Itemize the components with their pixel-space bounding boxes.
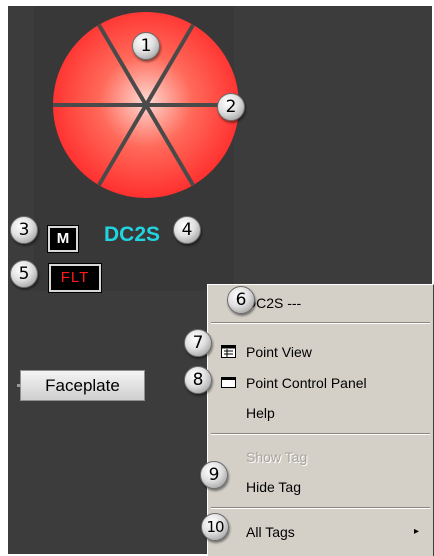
callout-9: 9 xyxy=(200,461,228,489)
callout-8: 8 xyxy=(184,366,212,394)
display-canvas: M DC2S FLT Faceplate DC2S --- Point View xyxy=(8,6,434,556)
menu-item-help[interactable]: Help xyxy=(208,401,433,425)
callout-5: 5 xyxy=(10,260,38,288)
callout-6: 6 xyxy=(227,286,255,314)
faceplate-button[interactable]: Faceplate xyxy=(17,370,145,401)
screenshot-frame: M DC2S FLT Faceplate DC2S --- Point View xyxy=(0,0,434,556)
callout-2: 2 xyxy=(217,93,245,121)
callout-7: 7 xyxy=(184,329,212,357)
mode-button[interactable]: M xyxy=(47,225,79,253)
menu-item-hide-tag[interactable]: Hide Tag xyxy=(208,475,433,499)
callout-4: 4 xyxy=(173,216,201,244)
callout-1: 1 xyxy=(132,32,160,60)
menu-separator xyxy=(211,322,430,324)
point-view-icon xyxy=(221,345,236,358)
menu-separator xyxy=(211,433,430,435)
menu-item-show-tag: Show Tag xyxy=(246,449,308,465)
control-panel-icon xyxy=(221,377,236,388)
menu-item-point-control-panel[interactable]: Point Control Panel xyxy=(208,371,433,395)
submenu-arrow-icon: ▸ xyxy=(413,526,419,537)
fault-indicator[interactable]: FLT xyxy=(48,263,102,293)
context-menu: DC2S --- Point View Point Control Panel … xyxy=(207,284,434,556)
tag-name-label: DC2S xyxy=(104,223,161,246)
menu-item-point-view[interactable]: Point View xyxy=(208,340,433,364)
menu-separator xyxy=(211,507,430,509)
callout-3: 3 xyxy=(10,216,38,244)
callout-10: 10 xyxy=(201,513,229,541)
menu-item-all-tags[interactable]: All Tags ▸ xyxy=(208,520,433,544)
